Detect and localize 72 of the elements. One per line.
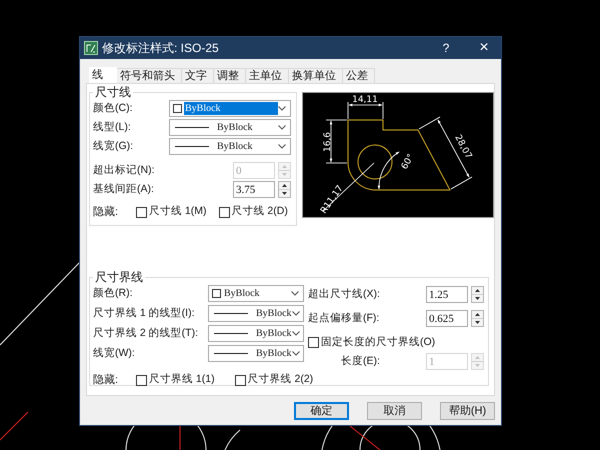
dropdown-value: ByBlock xyxy=(217,140,254,153)
line-sample-icon xyxy=(214,352,248,355)
field-label: 线型(L): xyxy=(93,120,131,135)
number-field[interactable]: 1.25 xyxy=(426,286,468,303)
app-icon xyxy=(84,41,98,55)
checkbox[interactable]: 尺寸界线 2(2) xyxy=(234,372,314,388)
dialog-button[interactable]: 确定 xyxy=(294,402,349,420)
dimension-text: 16,6 xyxy=(323,132,333,152)
dropdown-value: ByBlock xyxy=(256,307,292,320)
close-button[interactable]: × xyxy=(471,38,497,58)
tab[interactable]: 符号和箭头 xyxy=(117,68,182,83)
chevron-down-icon xyxy=(291,291,299,296)
dimension-text: 60° xyxy=(400,152,417,172)
checkbox[interactable]: 固定长度的尺寸界线(O) xyxy=(308,334,436,350)
field-label: 尺寸界线 1 的线型(I): xyxy=(93,306,195,321)
number-field[interactable]: 0.625 xyxy=(426,310,468,327)
dropdown-value: ByBlock xyxy=(223,287,261,300)
field-label: 基线间距(A): xyxy=(93,182,154,197)
chevron-down-icon xyxy=(278,144,286,149)
help-button[interactable]: ? xyxy=(435,38,457,58)
field-label: 长度(E): xyxy=(341,354,380,369)
color-swatch xyxy=(173,104,182,113)
dropdown-value: ByBlock xyxy=(256,347,292,360)
field-label: 颜色(C): xyxy=(93,100,132,116)
chevron-down-icon xyxy=(278,125,286,130)
checkbox[interactable]: 尺寸界线 1(1) xyxy=(136,372,215,388)
line-sample-icon xyxy=(214,332,248,335)
tab[interactable]: 调整 xyxy=(214,68,246,83)
field-label: 超出标记(N): xyxy=(93,162,154,178)
number-field[interactable]: 3.75 xyxy=(233,181,275,198)
dropdown-value: ByBlock xyxy=(217,121,254,134)
line-sample-icon xyxy=(214,312,248,315)
tab[interactable]: 主单位 xyxy=(246,68,289,83)
field-label: 线宽(W): xyxy=(93,346,135,361)
dimension-text: 14,11 xyxy=(352,95,378,105)
spin-buttons[interactable] xyxy=(471,286,484,303)
checkbox[interactable]: 尺寸线 1(M) xyxy=(136,204,206,220)
field-label: 隐藏: xyxy=(93,204,120,220)
chevron-down-icon xyxy=(292,331,300,336)
line-sample-icon xyxy=(175,145,209,148)
dropdown[interactable]: ByBlock xyxy=(208,305,304,322)
window-title: 修改标注样式: ISO-25 xyxy=(102,40,219,57)
dropdown[interactable]: ByBlock xyxy=(169,138,291,155)
spin-buttons[interactable] xyxy=(471,310,484,327)
field-label: 尺寸界线 2 的线型(T): xyxy=(93,326,198,341)
dropdown-value: ByBlock xyxy=(256,327,292,340)
line-sample-icon xyxy=(175,126,209,129)
dropdown-value: ByBlock xyxy=(184,102,278,115)
tab[interactable]: 换算单位 xyxy=(289,68,343,83)
field-label: 颜色(R): xyxy=(93,286,132,301)
tab[interactable]: 线 xyxy=(89,67,117,83)
chevron-down-icon xyxy=(292,311,300,316)
field-label: 隐藏: xyxy=(93,372,120,388)
checkbox[interactable]: 尺寸线 2(D) xyxy=(218,204,288,220)
dropdown[interactable]: ByBlock xyxy=(169,100,291,117)
dropdown[interactable]: ByBlock xyxy=(169,119,291,136)
chevron-down-icon xyxy=(292,351,300,356)
field-label: 起点偏移量(F): xyxy=(308,310,380,326)
spin-buttons[interactable] xyxy=(278,181,291,198)
tab[interactable]: 文字 xyxy=(182,68,214,83)
field-label: 线宽(G): xyxy=(93,138,134,154)
dialog-button[interactable]: 取消 xyxy=(367,402,422,420)
field-label: 超出尺寸线(X): xyxy=(308,286,380,302)
group-title: 尺寸线 xyxy=(93,85,133,99)
dropdown[interactable]: ByBlock xyxy=(208,285,304,302)
dropdown[interactable]: ByBlock xyxy=(208,325,304,342)
tab[interactable]: 公差 xyxy=(343,68,375,83)
dialog-button[interactable]: 帮助(H) xyxy=(440,402,495,420)
group-title: 尺寸界线 xyxy=(93,270,145,284)
color-swatch xyxy=(212,289,221,298)
chevron-down-icon xyxy=(278,106,286,111)
dropdown[interactable]: ByBlock xyxy=(208,345,304,362)
